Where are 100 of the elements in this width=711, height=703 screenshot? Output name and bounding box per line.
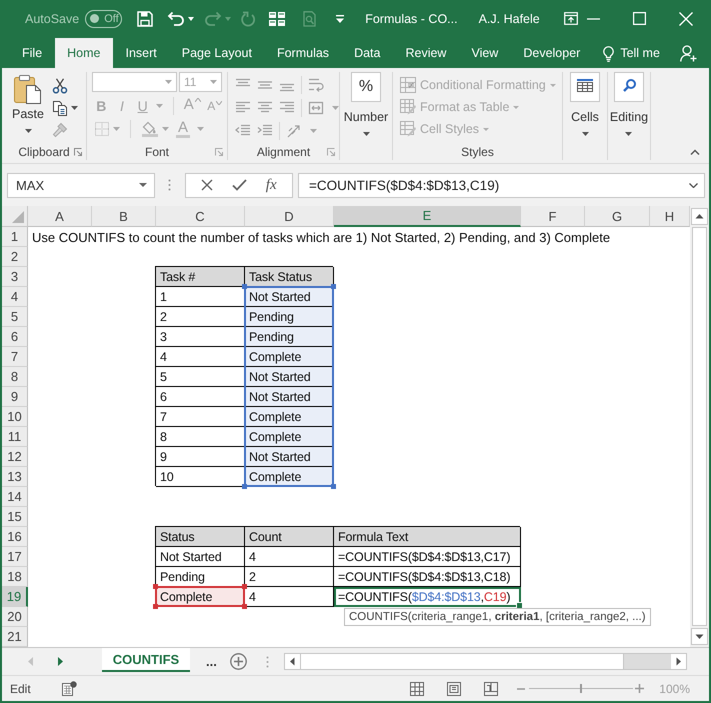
dialog-launcher-icon[interactable] (327, 148, 335, 156)
paintbrush-icon[interactable] (52, 122, 68, 138)
previous-sheet-icon[interactable] (28, 657, 33, 666)
paste-button[interactable]: Paste (8, 72, 48, 143)
font-name-field[interactable] (92, 72, 177, 92)
scrollbar-thumb[interactable] (692, 227, 707, 626)
ribbon-tab[interactable]: Review (393, 38, 458, 68)
range-handle-icon[interactable] (242, 484, 247, 489)
cells-button[interactable]: Cells (570, 72, 600, 136)
row-header[interactable]: 15 (2, 507, 28, 527)
number-format-button[interactable]: % Number (344, 72, 388, 136)
maximize-icon[interactable] (633, 12, 646, 25)
form-layout-icon[interactable] (269, 12, 286, 26)
redo-icon[interactable] (204, 10, 222, 26)
row-header[interactable]: 10 (2, 407, 28, 427)
share-person-icon[interactable] (680, 45, 697, 62)
ribbon-tab[interactable]: View (459, 38, 510, 68)
row-header[interactable]: 11 (2, 427, 28, 447)
range-handle-icon[interactable] (153, 604, 158, 609)
scroll-right-icon[interactable] (670, 654, 686, 669)
row-header[interactable]: 2 (2, 247, 28, 267)
column-header[interactable]: C (156, 206, 245, 227)
row-header[interactable]: 6 (2, 327, 28, 347)
caret-icon[interactable] (71, 106, 78, 110)
ribbon-display-options-icon[interactable] (564, 12, 578, 25)
page-break-view-icon[interactable] (484, 682, 498, 696)
row-header[interactable]: 17 (2, 547, 28, 567)
name-box[interactable]: MAX (7, 172, 155, 198)
repeat-icon[interactable] (241, 10, 256, 26)
column-header[interactable]: F (521, 206, 585, 227)
caret-icon[interactable] (139, 183, 147, 187)
column-header[interactable]: H (650, 206, 690, 227)
scroll-left-icon[interactable] (284, 654, 300, 669)
row-header[interactable]: 18 (2, 567, 28, 587)
print-preview-icon[interactable] (303, 10, 316, 26)
ribbon-tab[interactable]: Insert (114, 38, 169, 68)
zoom-in-icon[interactable] (635, 684, 644, 693)
range-handle-icon[interactable] (331, 484, 336, 489)
row-header[interactable]: 12 (2, 447, 28, 467)
splitter-handle-icon[interactable] (266, 656, 269, 668)
lightbulb-icon[interactable] (603, 46, 614, 62)
scissors-icon[interactable] (52, 78, 68, 94)
sheet-tab[interactable]: COUNTIFS (102, 648, 190, 672)
editing-button[interactable]: Editing (610, 72, 648, 136)
collapse-ribbon-icon[interactable] (690, 149, 700, 155)
formula-field[interactable]: =COUNTIFS($D$4:$D$13,C19) (298, 172, 705, 198)
row-header[interactable]: 8 (2, 367, 28, 387)
undo-icon[interactable] (167, 10, 186, 26)
fill-bucket-icon[interactable] (142, 121, 158, 137)
user-name[interactable]: A.J. Hafele (478, 12, 540, 26)
column-header[interactable]: A (28, 206, 92, 227)
save-icon[interactable] (137, 10, 154, 26)
range-handle-icon[interactable] (331, 284, 336, 289)
row-header[interactable]: 1 (2, 227, 28, 247)
add-sheet-icon[interactable] (230, 653, 247, 670)
checkmark-icon[interactable] (232, 179, 248, 191)
row-header[interactable]: 7 (2, 347, 28, 367)
range-handle-icon[interactable] (242, 284, 247, 289)
row-header[interactable]: 21 (2, 627, 28, 647)
next-sheet-icon[interactable] (58, 657, 63, 666)
scrollbar-thumb[interactable] (300, 654, 624, 669)
row-header[interactable]: 4 (2, 287, 28, 307)
ribbon-tab[interactable]: Developer (511, 38, 592, 68)
row-header[interactable]: 3 (2, 267, 28, 287)
row-header[interactable]: 9 (2, 387, 28, 407)
expand-caret-icon[interactable] (689, 182, 698, 188)
column-header[interactable]: B (92, 206, 156, 227)
merge-cells-icon[interactable] (308, 100, 324, 116)
insert-function-button[interactable]: fx (266, 176, 277, 194)
dialog-launcher-icon[interactable] (74, 148, 82, 156)
customize-toolbar-icon[interactable] (336, 14, 344, 22)
scroll-up-icon[interactable] (691, 208, 708, 225)
row-header[interactable]: 19 (2, 587, 28, 607)
normal-view-icon[interactable] (410, 682, 424, 696)
close-icon[interactable] (679, 12, 693, 26)
column-header[interactable]: G (585, 206, 650, 227)
column-header[interactable]: D (245, 206, 334, 227)
borders-icon[interactable] (95, 122, 109, 136)
ribbon-tab[interactable]: Page Layout (170, 38, 264, 68)
ribbon-tab[interactable]: Data (342, 38, 392, 68)
row-header[interactable]: 5 (2, 307, 28, 327)
range-handle-icon[interactable] (242, 584, 247, 589)
copy-icon[interactable] (52, 100, 68, 116)
drag-handle-icon[interactable] (168, 179, 171, 191)
range-handle-icon[interactable] (242, 604, 247, 609)
range-handle-icon[interactable] (153, 584, 158, 589)
page-layout-view-icon[interactable] (447, 682, 462, 696)
ribbon-tab[interactable]: Home (55, 38, 112, 68)
row-header[interactable]: 16 (2, 527, 28, 547)
select-all-icon[interactable] (12, 211, 24, 223)
ribbon-tab[interactable]: File (10, 38, 54, 68)
text-orientation-icon[interactable] (286, 123, 302, 139)
cancel-icon[interactable] (201, 179, 214, 191)
minimize-icon[interactable] (587, 18, 600, 20)
scroll-down-icon[interactable] (691, 628, 708, 645)
row-header[interactable]: 13 (2, 467, 28, 487)
macro-recording-icon[interactable] (62, 681, 77, 696)
caret-icon[interactable] (188, 16, 194, 20)
row-header[interactable]: 20 (2, 607, 28, 627)
dialog-launcher-icon[interactable] (215, 148, 223, 156)
